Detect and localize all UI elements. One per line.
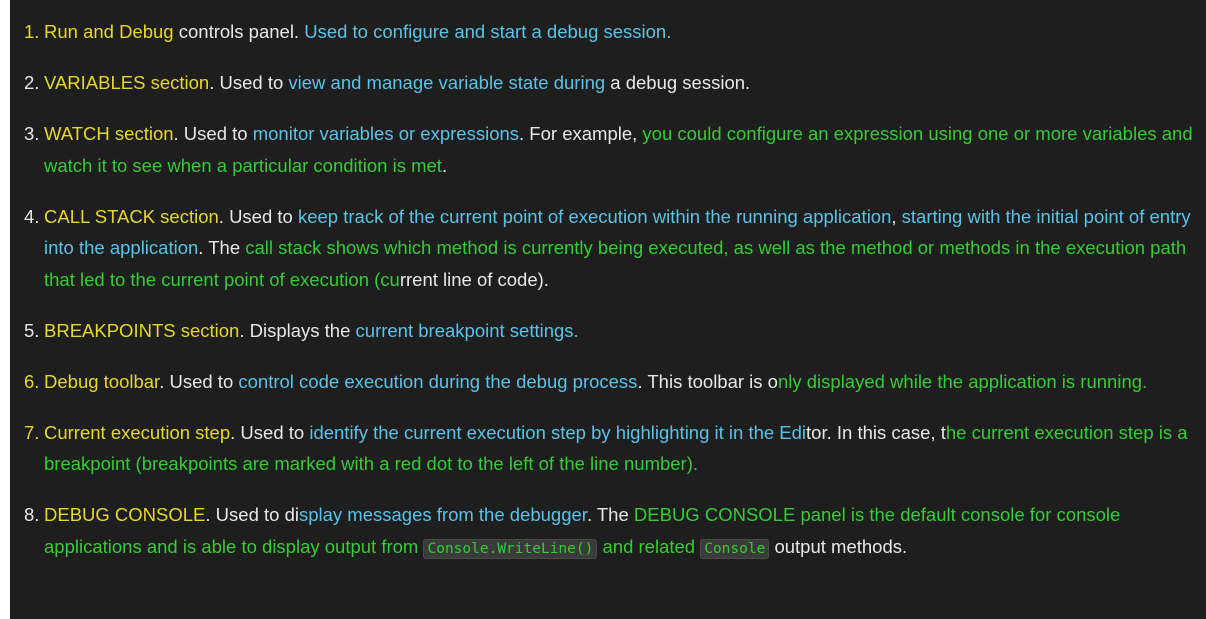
list-item: 7. Current execution step. Used to identi… bbox=[24, 417, 1198, 480]
text-segment: DEBUG CONSOLE panel is the default conso… bbox=[633, 504, 1106, 525]
text-segment: VARIABLES section bbox=[44, 72, 210, 93]
list-item: 2. VARIABLES section. Used to view and ma… bbox=[24, 67, 1198, 99]
inline-code: Console.WriteLine() bbox=[423, 538, 598, 559]
text-segment: control code execution during the debug … bbox=[238, 370, 638, 392]
text-segment: . This toolbar is o bbox=[637, 370, 778, 392]
text-segment: and related bbox=[597, 535, 701, 557]
list-item-number: 3. bbox=[24, 123, 40, 144]
list-item: 8. DEBUG CONSOLE. Used to display message… bbox=[24, 499, 1198, 565]
text-segment: identify the current execution step by h… bbox=[309, 421, 807, 443]
text-segment: rrent line of code). bbox=[399, 268, 549, 290]
list-item-number: 8. bbox=[24, 504, 40, 525]
list-item-number: 5. bbox=[24, 319, 40, 341]
text-segment: DEBUG CONSOLE bbox=[44, 504, 206, 525]
text-segment: Used to configure and start a debug sess… bbox=[304, 21, 672, 42]
text-segment: keep track of the current point of execu… bbox=[297, 205, 892, 227]
list-item-number: 2. bbox=[24, 72, 40, 93]
text-segment: . bbox=[441, 154, 448, 176]
text-segment: . For example, bbox=[519, 123, 643, 144]
text-segment: . Used to di bbox=[205, 504, 299, 525]
text-segment: . The bbox=[586, 504, 634, 525]
text-segment: BREAKPOINTS section bbox=[44, 319, 240, 341]
list-item: 4. CALL STACK section. Used to keep track… bbox=[24, 201, 1198, 296]
inline-code: Console bbox=[700, 538, 770, 559]
text-segment: . Used to bbox=[159, 370, 239, 392]
list-item: 5. BREAKPOINTS section. Displays the curr… bbox=[24, 315, 1198, 347]
list-item: 1. Run and Debug controls panel. Used to … bbox=[24, 16, 1198, 48]
text-segment: . Displays the bbox=[239, 319, 356, 341]
text-segment: Debug toolbar bbox=[44, 370, 160, 392]
text-segment: a debug session. bbox=[605, 72, 751, 93]
list-item-number: 4. bbox=[24, 205, 40, 227]
text-segment: . The bbox=[198, 237, 246, 258]
text-segment: , bbox=[891, 205, 902, 227]
list-item: 3. WATCH section. Used to monitor variabl… bbox=[24, 118, 1198, 181]
text-segment: splay messages from the debugger bbox=[298, 504, 587, 525]
text-segment: nly displayed while the application is r… bbox=[777, 370, 1148, 392]
text-segment: CALL STACK section bbox=[44, 205, 219, 227]
text-segment: Run and Debug bbox=[44, 21, 174, 42]
text-segment: tor. In this case, t bbox=[806, 421, 946, 443]
list-item-number: 7. bbox=[24, 421, 40, 443]
list-item: 6. Debug toolbar. Used to control code ex… bbox=[24, 366, 1198, 398]
documentation-panel: 1. Run and Debug controls panel. Used to … bbox=[10, 0, 1206, 619]
list-item-number: 1. bbox=[24, 21, 40, 42]
text-segment: view and manage variable state during bbox=[288, 72, 606, 93]
text-segment: . Used to bbox=[218, 205, 298, 227]
list-item-number: 6. bbox=[24, 370, 40, 392]
text-segment: WATCH section bbox=[44, 123, 174, 144]
text-segment: . Used to bbox=[230, 421, 310, 443]
text-segment: current breakpoint settings. bbox=[355, 319, 579, 341]
text-segment: . Used to bbox=[209, 72, 289, 93]
text-segment: Current execution step bbox=[44, 421, 231, 443]
text-segment: monitor variables or expressions bbox=[252, 123, 520, 144]
text-segment: . Used to bbox=[173, 123, 253, 144]
text-segment: controls panel. bbox=[173, 21, 305, 42]
text-segment: output methods. bbox=[769, 535, 908, 557]
debug-ui-numbered-list: 1. Run and Debug controls panel. Used to … bbox=[10, 0, 1206, 565]
